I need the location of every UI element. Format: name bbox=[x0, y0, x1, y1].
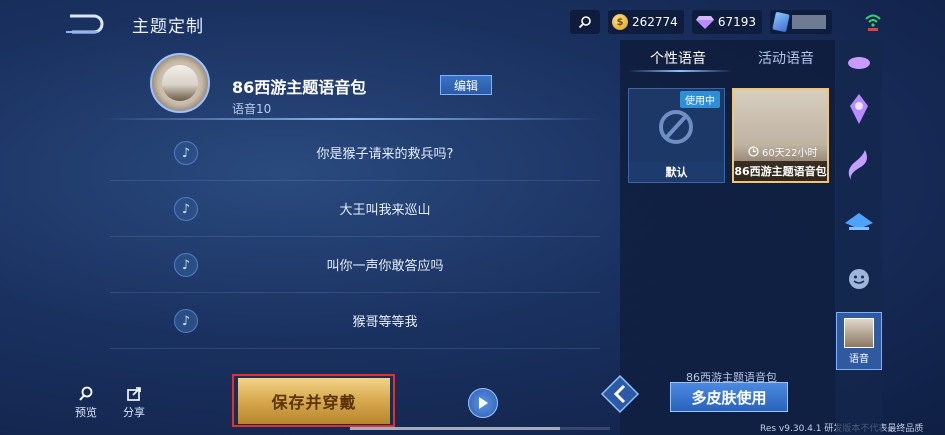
voice-pack-subtitle: 语音10 bbox=[232, 102, 272, 116]
preview-magnifier-icon bbox=[79, 386, 93, 401]
voice-category-thumbnail bbox=[844, 317, 874, 348]
music-note-icon: ♪ bbox=[174, 141, 198, 165]
clock-icon bbox=[748, 146, 759, 157]
purple-flame-icon bbox=[848, 150, 867, 180]
play-button[interactable] bbox=[468, 388, 498, 418]
voice-category-label: 语音 bbox=[849, 353, 869, 365]
voice-card-label: 默认 bbox=[629, 162, 724, 182]
voice-pack-name: 86西游主题语音包 bbox=[232, 78, 367, 97]
gem-balance[interactable]: 67193 bbox=[691, 10, 762, 34]
currency-bar: $ 262774 67193 bbox=[570, 10, 832, 34]
share-button[interactable]: 分享 bbox=[114, 386, 154, 420]
preview-label: 预览 bbox=[75, 406, 97, 419]
back-arrow-icon bbox=[66, 14, 104, 34]
gold-balance[interactable]: $ 262774 bbox=[608, 10, 684, 34]
gem-icon bbox=[695, 16, 714, 29]
music-note-icon: ♪ bbox=[174, 197, 198, 221]
ticket-card-icon bbox=[772, 11, 790, 33]
smiley-icon bbox=[849, 269, 869, 289]
chevron-left-icon bbox=[600, 374, 640, 414]
voice-line-row[interactable]: ♪ 大王叫我来巡山 bbox=[110, 181, 600, 237]
page-title: 主题定制 bbox=[132, 17, 204, 37]
category-trail[interactable] bbox=[836, 142, 882, 188]
music-note-icon: ♪ bbox=[174, 253, 198, 277]
blue-wing-icon bbox=[845, 213, 873, 230]
purple-crystal-icon bbox=[850, 94, 868, 124]
share-label: 分享 bbox=[123, 406, 145, 419]
voice-line-text: 叫你一声你敢答应吗 bbox=[326, 259, 444, 274]
edit-button[interactable]: 编辑 bbox=[440, 75, 492, 95]
music-note-icon: ♪ bbox=[174, 309, 198, 333]
voice-pack-avatar bbox=[150, 53, 210, 113]
voice-line-text: 你是猴子请来的救兵吗? bbox=[316, 147, 454, 162]
none-circle-icon bbox=[659, 110, 693, 144]
blurred-amount bbox=[792, 15, 826, 29]
collapse-panel-button[interactable] bbox=[598, 374, 642, 414]
multi-skin-use-button[interactable]: 多皮肤使用 bbox=[670, 382, 788, 412]
category-frame[interactable] bbox=[836, 198, 882, 244]
voice-line-row[interactable]: ♪ 你是猴子请来的救兵吗? bbox=[110, 125, 600, 181]
divider-glow bbox=[100, 118, 600, 120]
voice-card-default[interactable]: 使用中 默认 bbox=[628, 88, 725, 183]
category-emblem[interactable] bbox=[836, 40, 882, 86]
gold-amount: 262774 bbox=[632, 15, 678, 29]
timer-text: 60天22小时 bbox=[762, 148, 818, 159]
play-icon bbox=[479, 397, 488, 409]
share-icon bbox=[127, 387, 141, 401]
tab-event-voice[interactable]: 活动语音 bbox=[758, 48, 814, 68]
voice-card-label: 86西游主题语音包 bbox=[734, 161, 827, 181]
ticket-balance[interactable] bbox=[770, 10, 832, 34]
gold-coin-icon: $ bbox=[612, 14, 628, 30]
preview-button[interactable]: 预览 bbox=[66, 386, 106, 420]
category-voice[interactable]: 语音 bbox=[836, 312, 882, 370]
save-and-wear-button[interactable]: 保存并穿戴 bbox=[238, 378, 390, 424]
voice-card-86-journey[interactable]: 60天22小时 86西游主题语音包 bbox=[732, 88, 829, 183]
back-button[interactable] bbox=[62, 10, 108, 36]
voice-line-row[interactable]: ♪ 叫你一声你敢答应吗 bbox=[110, 237, 600, 293]
voice-line-text: 大王叫我来巡山 bbox=[339, 203, 431, 218]
active-tab-underline bbox=[628, 70, 732, 72]
voice-line-text: 猴哥等等我 bbox=[352, 315, 418, 330]
voice-line-row[interactable]: ♪ 猴哥等等我 bbox=[110, 293, 600, 349]
search-button[interactable] bbox=[570, 10, 600, 34]
in-use-badge: 使用中 bbox=[680, 91, 720, 108]
scrollbar-thumb[interactable] bbox=[350, 427, 560, 430]
wifi-signal-icon bbox=[865, 14, 881, 31]
search-icon bbox=[578, 16, 591, 29]
purple-emblem-icon bbox=[848, 57, 870, 69]
category-emote[interactable] bbox=[836, 256, 882, 302]
tab-personal-voice[interactable]: 个性语音 bbox=[650, 48, 706, 68]
gem-amount: 67193 bbox=[717, 15, 756, 29]
timer-info: 60天22小时 bbox=[748, 144, 817, 159]
category-effect[interactable] bbox=[836, 86, 882, 132]
